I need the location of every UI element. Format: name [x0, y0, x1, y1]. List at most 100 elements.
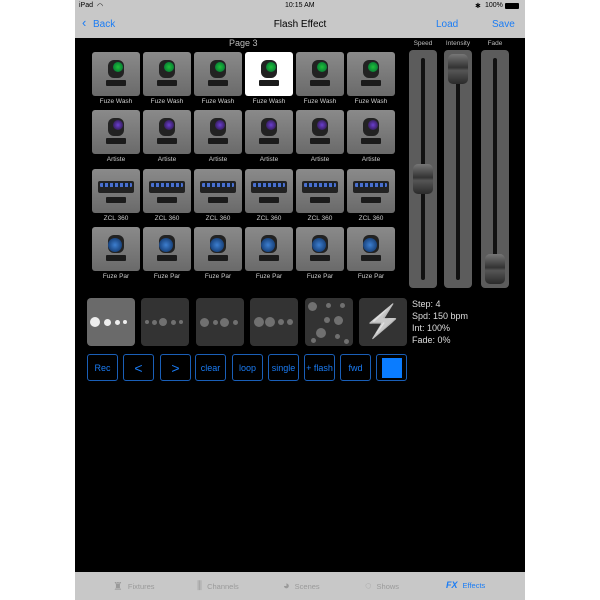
fixture-tile[interactable]: [296, 169, 344, 213]
control-button-5[interactable]: single: [268, 354, 299, 381]
fixture-label: Fuze Par: [102, 273, 130, 280]
pattern-dots-alternating-button[interactable]: [196, 298, 244, 346]
fixture-label: Artiste: [259, 156, 279, 163]
save-button[interactable]: Save: [492, 19, 515, 30]
fixture-tile[interactable]: [245, 110, 293, 154]
tab-channels[interactable]: ⫼ Channels: [197, 580, 239, 593]
tab-fixtures[interactable]: ♜ Fixtures: [113, 580, 155, 593]
tab-effects[interactable]: FX Effects: [446, 580, 485, 590]
tab-scenes[interactable]: ◕ Scenes: [283, 580, 320, 592]
fixture-image-icon: [157, 60, 177, 86]
speed-slider[interactable]: [409, 50, 437, 288]
fixture-tile[interactable]: [92, 169, 140, 213]
pattern-random-button[interactable]: [305, 298, 353, 346]
fixture-label: Fuze Wash: [99, 98, 133, 105]
pattern-flash-bolt-button[interactable]: ⚡: [359, 298, 407, 346]
pattern-dot: [307, 301, 317, 311]
fixture-image-icon: [259, 118, 279, 144]
intensity-readout: Int: 100%: [412, 323, 451, 333]
control-button-1[interactable]: <: [123, 354, 154, 381]
pattern-dot: [199, 317, 209, 327]
load-button[interactable]: Load: [436, 19, 458, 30]
slider-knob[interactable]: [448, 54, 468, 84]
fixture-tile[interactable]: [194, 110, 242, 154]
fixture-label: Artiste: [208, 156, 228, 163]
fixture-label: Artiste: [106, 156, 126, 163]
control-button-2[interactable]: >: [160, 354, 191, 381]
fixture-tile[interactable]: [296, 110, 344, 154]
fixture-image-icon: [208, 60, 228, 86]
pattern-dot: [90, 317, 100, 327]
fixture-tile[interactable]: [92, 52, 140, 96]
page-label: Page 3: [229, 38, 258, 48]
pattern-dots-descending-button[interactable]: [87, 298, 135, 346]
fixture-tile[interactable]: [245, 52, 293, 96]
fixture-tile[interactable]: [347, 52, 395, 96]
shows-icon: ◌: [365, 580, 372, 592]
control-button-0[interactable]: Rec: [87, 354, 118, 381]
step-readout: Step: 4: [412, 299, 441, 309]
fixture-tile[interactable]: [194, 227, 242, 271]
fixture-tile[interactable]: [92, 227, 140, 271]
fixture-image-icon: [310, 235, 330, 261]
pattern-dots-large-button[interactable]: [250, 298, 298, 346]
fixture-tile[interactable]: [143, 52, 191, 96]
slider-knob[interactable]: [485, 254, 505, 284]
fade-slider[interactable]: [481, 50, 509, 288]
pattern-dot: [179, 320, 183, 324]
fixture-tile[interactable]: [296, 227, 344, 271]
fixture-tile[interactable]: [143, 110, 191, 154]
fixture-label: ZCL 360: [256, 215, 282, 222]
fixture-tile[interactable]: [347, 169, 395, 213]
channels-icon: ⫼: [197, 580, 203, 592]
slider-label: Speed: [413, 40, 433, 47]
fixture-tile[interactable]: [92, 110, 140, 154]
fixture-image-icon: [149, 177, 185, 203]
palette-icon: ◕: [283, 580, 290, 592]
fade-readout: Fade: 0%: [412, 335, 451, 345]
speed-readout: Spd: 150 bpm: [412, 311, 469, 321]
fixture-image-icon: [157, 235, 177, 261]
pattern-dots-small-button[interactable]: [141, 298, 189, 346]
pattern-dot: [278, 319, 284, 325]
fixture-image-icon: [361, 235, 381, 261]
lightning-bolt-icon: ⚡: [363, 303, 403, 339]
fixture-tile[interactable]: [347, 110, 395, 154]
fixture-label: Artiste: [310, 156, 330, 163]
pattern-dot: [334, 333, 340, 339]
control-button-7[interactable]: fwd: [340, 354, 371, 381]
battery-icon: [505, 3, 519, 9]
fixture-tile[interactable]: [143, 169, 191, 213]
device-name: iPad: [79, 2, 94, 9]
bluetooth-icon: ✱: [475, 3, 481, 10]
fixture-label: ZCL 360: [103, 215, 129, 222]
fixture-image-icon: [310, 60, 330, 86]
fixture-tile[interactable]: [347, 227, 395, 271]
pattern-dot: [170, 319, 176, 325]
slider-knob[interactable]: [413, 164, 433, 194]
color-swatch-button[interactable]: [376, 354, 407, 381]
fixture-tile[interactable]: [194, 52, 242, 96]
fixture-tile[interactable]: [245, 227, 293, 271]
fixture-image-icon: [259, 235, 279, 261]
fixture-tile[interactable]: [296, 52, 344, 96]
tab-shows[interactable]: ◌ Shows: [365, 580, 399, 592]
control-button-4[interactable]: loop: [232, 354, 263, 381]
intensity-slider[interactable]: [444, 50, 472, 288]
tab-label: Fixtures: [127, 582, 155, 591]
slider-label: Fade: [487, 40, 503, 47]
control-button-6[interactable]: + flash: [304, 354, 335, 381]
fixture-image-icon: [200, 177, 236, 203]
fixture-tile[interactable]: [143, 227, 191, 271]
fixture-image-icon: [98, 177, 134, 203]
fixture-label: Artiste: [361, 156, 381, 163]
pattern-dot: [159, 318, 167, 326]
fixture-image-icon: [361, 118, 381, 144]
control-button-3[interactable]: clear: [195, 354, 226, 381]
fixture-tile[interactable]: [245, 169, 293, 213]
wifi-icon: ◠: [97, 3, 104, 10]
fixtures-icon: ♜: [113, 581, 123, 593]
pattern-dot: [212, 319, 218, 325]
fixture-image-icon: [259, 60, 279, 86]
fixture-tile[interactable]: [194, 169, 242, 213]
